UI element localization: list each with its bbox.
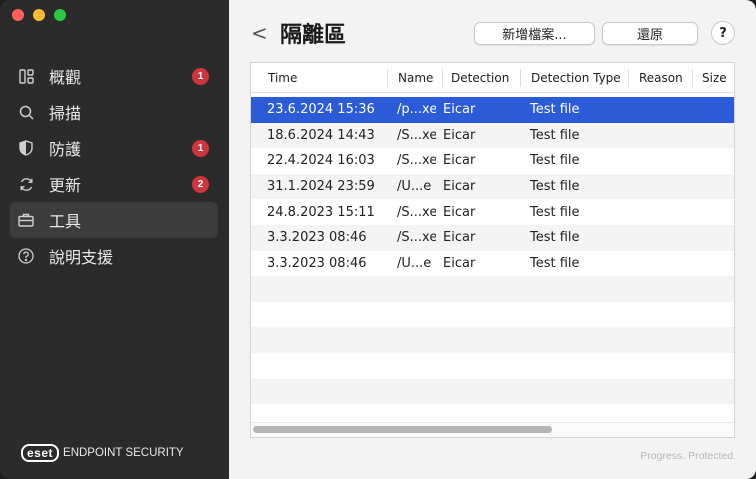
status-badge: 2 bbox=[192, 175, 209, 193]
sidebar-item-protection[interactable]: 防護 1 bbox=[10, 130, 218, 166]
tagline: Progress. Protected. bbox=[640, 450, 736, 462]
cell-time: 24.8.2023 15:11 bbox=[267, 204, 375, 220]
cell-detection-type: Test file bbox=[530, 230, 580, 246]
column-header-name[interactable]: Name bbox=[388, 68, 443, 87]
horizontal-scrollbar[interactable] bbox=[253, 426, 552, 433]
cell-name: /S...xe bbox=[397, 127, 436, 143]
sidebar-item-label: 工具 bbox=[49, 212, 82, 231]
sidebar-item-label: 掃描 bbox=[49, 104, 82, 123]
horizontal-scroll-track[interactable] bbox=[251, 422, 734, 437]
cell-time: 3.3.2023 08:46 bbox=[267, 230, 367, 246]
status-badge: 1 bbox=[192, 67, 209, 85]
cell-detection-type: Test file bbox=[530, 153, 580, 169]
table-row[interactable]: 31.1.2024 23:59/U...e Eicar Test file bbox=[251, 173, 734, 200]
minimize-window-button[interactable] bbox=[33, 9, 45, 21]
column-header-detection-type[interactable]: Detection Type bbox=[521, 68, 629, 87]
sidebar-item-help[interactable]: 說明支援 bbox=[10, 238, 218, 274]
table-header: Time Name Detection Detection Type Reaso… bbox=[251, 63, 734, 93]
table-row[interactable]: 3.3.2023 08:46/U...e Eicar Test file bbox=[251, 251, 734, 277]
cell-detection-type: Test file bbox=[530, 102, 580, 118]
cell-detection: Eicar bbox=[443, 204, 476, 220]
back-button[interactable]: < bbox=[251, 21, 268, 45]
overview-icon bbox=[18, 68, 34, 84]
window-controls bbox=[12, 9, 66, 21]
main-panel: < 隔離區 新增檔案... 還原 ? Time Name Detection D… bbox=[229, 0, 756, 479]
cell-detection: Eicar bbox=[443, 102, 476, 118]
cell-detection: Eicar bbox=[443, 255, 476, 271]
cell-detection-type: Test file bbox=[530, 255, 580, 271]
column-header-time[interactable]: Time bbox=[251, 68, 388, 87]
sidebar-item-tools[interactable]: 工具 bbox=[10, 202, 218, 238]
sidebar-item-scan[interactable]: 掃描 bbox=[10, 94, 218, 130]
cell-name: /U...e bbox=[397, 255, 432, 271]
brand: eset ENDPOINT SECURITY bbox=[21, 444, 184, 462]
cell-detection: Eicar bbox=[443, 127, 476, 143]
table-row[interactable]: 18.6.2024 14:43/S...xe Eicar Test file bbox=[251, 122, 734, 149]
sidebar-item-update[interactable]: 更新 2 bbox=[10, 166, 218, 202]
sidebar-item-label: 概觀 bbox=[49, 68, 82, 87]
brand-product-name: ENDPOINT SECURITY bbox=[63, 447, 184, 459]
cell-name: /S...xe bbox=[397, 153, 436, 169]
sidebar: 概觀 1 掃描 防護 1 更新 2 工具 說明支援 eset ENDPOINT … bbox=[0, 0, 229, 479]
cell-time: 18.6.2024 14:43 bbox=[267, 127, 375, 143]
add-file-button[interactable]: 新增檔案... bbox=[474, 22, 595, 45]
page-title: 隔離區 bbox=[280, 23, 347, 48]
table-row[interactable]: 23.6.2024 15:36/p...xe Eicar Test file bbox=[251, 97, 734, 123]
cell-name: /U...e bbox=[397, 179, 432, 195]
cell-name: /S...xe bbox=[397, 204, 436, 220]
table-row[interactable]: 3.3.2023 08:46/S...xe Eicar Test file bbox=[251, 224, 734, 251]
cell-detection-type: Test file bbox=[530, 204, 580, 220]
table-row[interactable]: 24.8.2023 15:11/S...xe Eicar Test file bbox=[251, 199, 734, 225]
help-circle-icon bbox=[18, 248, 34, 264]
table-body: 23.6.2024 15:36/p...xe Eicar Test file 18.6… bbox=[251, 97, 734, 430]
table-row-empty bbox=[251, 353, 734, 379]
cell-name: /S...xe bbox=[397, 230, 436, 246]
search-icon bbox=[18, 104, 34, 120]
cell-detection: Eicar bbox=[443, 179, 476, 195]
sidebar-item-label: 更新 bbox=[49, 176, 82, 195]
table-row-empty bbox=[251, 327, 734, 353]
table-row-empty bbox=[251, 276, 734, 302]
eset-logo: eset bbox=[21, 444, 60, 462]
cell-detection: Eicar bbox=[443, 230, 476, 246]
cell-detection-type: Test file bbox=[530, 179, 580, 195]
shield-icon bbox=[18, 140, 34, 156]
status-badge: 1 bbox=[192, 139, 209, 157]
column-header-reason[interactable]: Reason bbox=[629, 68, 693, 87]
table-row[interactable]: 22.4.2024 16:03/S...xe Eicar Test file bbox=[251, 148, 734, 174]
close-window-button[interactable] bbox=[12, 9, 24, 21]
restore-button[interactable]: 還原 bbox=[602, 22, 698, 45]
quarantine-table: Time Name Detection Detection Type Reaso… bbox=[250, 62, 735, 438]
cell-detection-type: Test file bbox=[530, 127, 580, 143]
column-header-size[interactable]: Size bbox=[693, 69, 733, 87]
table-row-empty bbox=[251, 302, 734, 328]
column-header-detection[interactable]: Detection bbox=[443, 68, 521, 87]
help-button[interactable]: ? bbox=[711, 21, 735, 45]
sidebar-item-label: 防護 bbox=[49, 140, 82, 159]
sidebar-nav: 概觀 1 掃描 防護 1 更新 2 工具 說明支援 bbox=[10, 58, 218, 274]
cell-time: 22.4.2024 16:03 bbox=[267, 153, 375, 169]
sidebar-item-overview[interactable]: 概觀 1 bbox=[10, 58, 218, 94]
cell-time: 31.1.2024 23:59 bbox=[267, 179, 375, 195]
cell-time: 3.3.2023 08:46 bbox=[267, 255, 367, 271]
sidebar-item-label: 說明支援 bbox=[49, 248, 114, 267]
cell-detection: Eicar bbox=[443, 153, 476, 169]
table-row-empty bbox=[251, 378, 734, 405]
briefcase-icon bbox=[18, 212, 34, 228]
cell-name: /p...xe bbox=[397, 102, 436, 118]
app-window: 概觀 1 掃描 防護 1 更新 2 工具 說明支援 eset ENDPOINT … bbox=[0, 0, 756, 479]
cell-time: 23.6.2024 15:36 bbox=[267, 102, 375, 118]
refresh-icon bbox=[18, 176, 34, 192]
maximize-window-button[interactable] bbox=[54, 9, 66, 21]
